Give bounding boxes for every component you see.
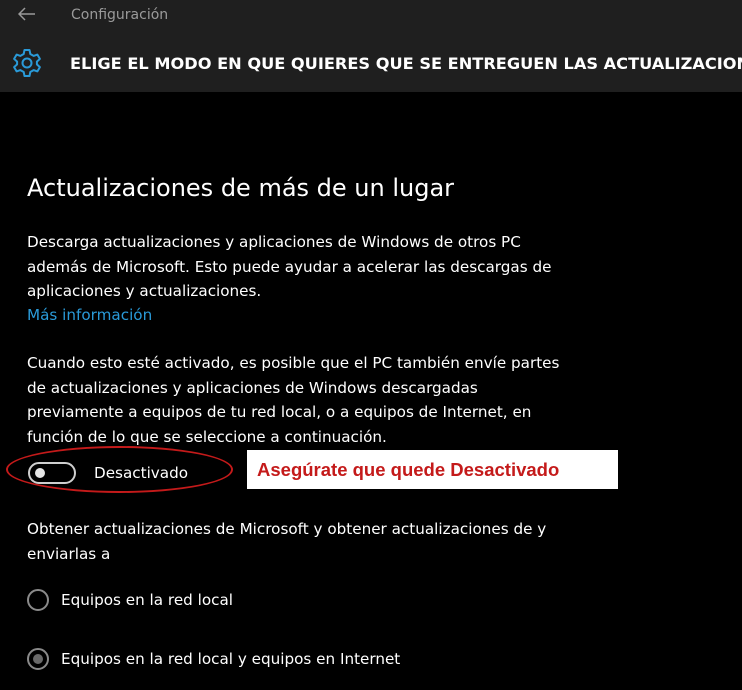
radio-button[interactable] [27,648,49,670]
section-title: Actualizaciones de más de un lugar [27,174,455,202]
back-button[interactable] [14,3,40,25]
radio-option-local-network[interactable]: Equipos en la red local [27,588,507,614]
gear-icon [11,47,43,79]
toggle-state-label: Desactivado [94,464,189,482]
radio-label: Equipos en la red local [61,591,234,609]
options-prompt: Obtener actualizaciones de Microsoft y o… [27,520,547,563]
toggle-knob [35,468,45,478]
section-detail: Cuando esto esté activado, es posible qu… [27,354,560,446]
title-bar: Configuración ELIGE EL MODO EN QUE QUIER… [0,0,742,92]
section-description: Descarga actualizaciones y aplicaciones … [27,233,552,300]
app-title: Configuración [71,7,169,23]
radio-button[interactable] [27,589,49,611]
back-arrow-icon [17,7,35,21]
radio-label: Equipos en la red local y equipos en Int… [61,650,401,668]
annotation-callout: Asegúrate que quede Desactivado [247,450,618,489]
page-heading: ELIGE EL MODO EN QUE QUIERES QUE SE ENTR… [70,54,742,73]
delivery-toggle-row: Desactivado [28,460,228,486]
radio-option-local-and-internet[interactable]: Equipos en la red local y equipos en Int… [27,647,507,673]
delivery-toggle-switch[interactable] [28,462,76,484]
radio-selected-dot [33,654,43,664]
more-info-link[interactable]: Más información [27,303,152,327]
